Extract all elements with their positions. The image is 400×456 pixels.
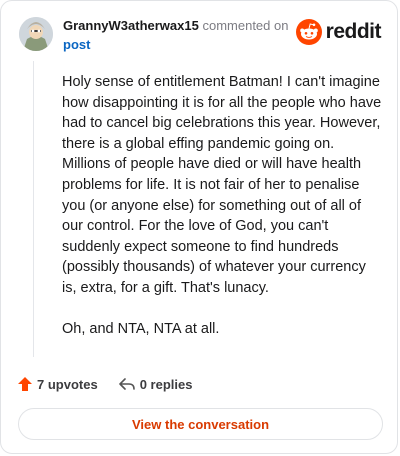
reply-count: 0 replies xyxy=(139,376,193,392)
commented-on-text: commented on xyxy=(202,18,289,33)
comment-paragraph: Oh, and NTA, NTA at all. xyxy=(62,320,220,337)
reply-icon xyxy=(118,378,135,390)
comment-meta: GrannyW3atherwax15 commented on post xyxy=(63,18,288,54)
reddit-wordmark: reddit xyxy=(325,20,382,43)
reddit-logo[interactable]: reddit xyxy=(295,19,382,45)
comment-card: GrannyW3atherwax15 commented on post red… xyxy=(0,0,398,454)
view-conversation-button[interactable]: View the conversation xyxy=(18,408,383,440)
comment-body: Holy sense of entitlement Batman! I can'… xyxy=(62,72,384,359)
upvote-button[interactable]: 7 upvotes xyxy=(17,376,98,392)
reply-button[interactable]: 0 replies xyxy=(118,376,193,392)
reddit-logo-icon xyxy=(295,19,322,45)
comment-paragraph: Holy sense of entitlement Batman! I can'… xyxy=(62,74,382,296)
post-link[interactable]: post xyxy=(63,36,90,54)
comment-actions: 7 upvotes 0 replies xyxy=(17,373,212,395)
upvote-icon xyxy=(18,377,32,391)
thread-line xyxy=(33,61,34,357)
username-link[interactable]: GrannyW3atherwax15 xyxy=(63,18,199,33)
avatar[interactable] xyxy=(19,17,53,51)
comment-header: GrannyW3atherwax15 commented on post red… xyxy=(15,13,385,57)
upvote-count: 7 upvotes xyxy=(37,376,98,392)
